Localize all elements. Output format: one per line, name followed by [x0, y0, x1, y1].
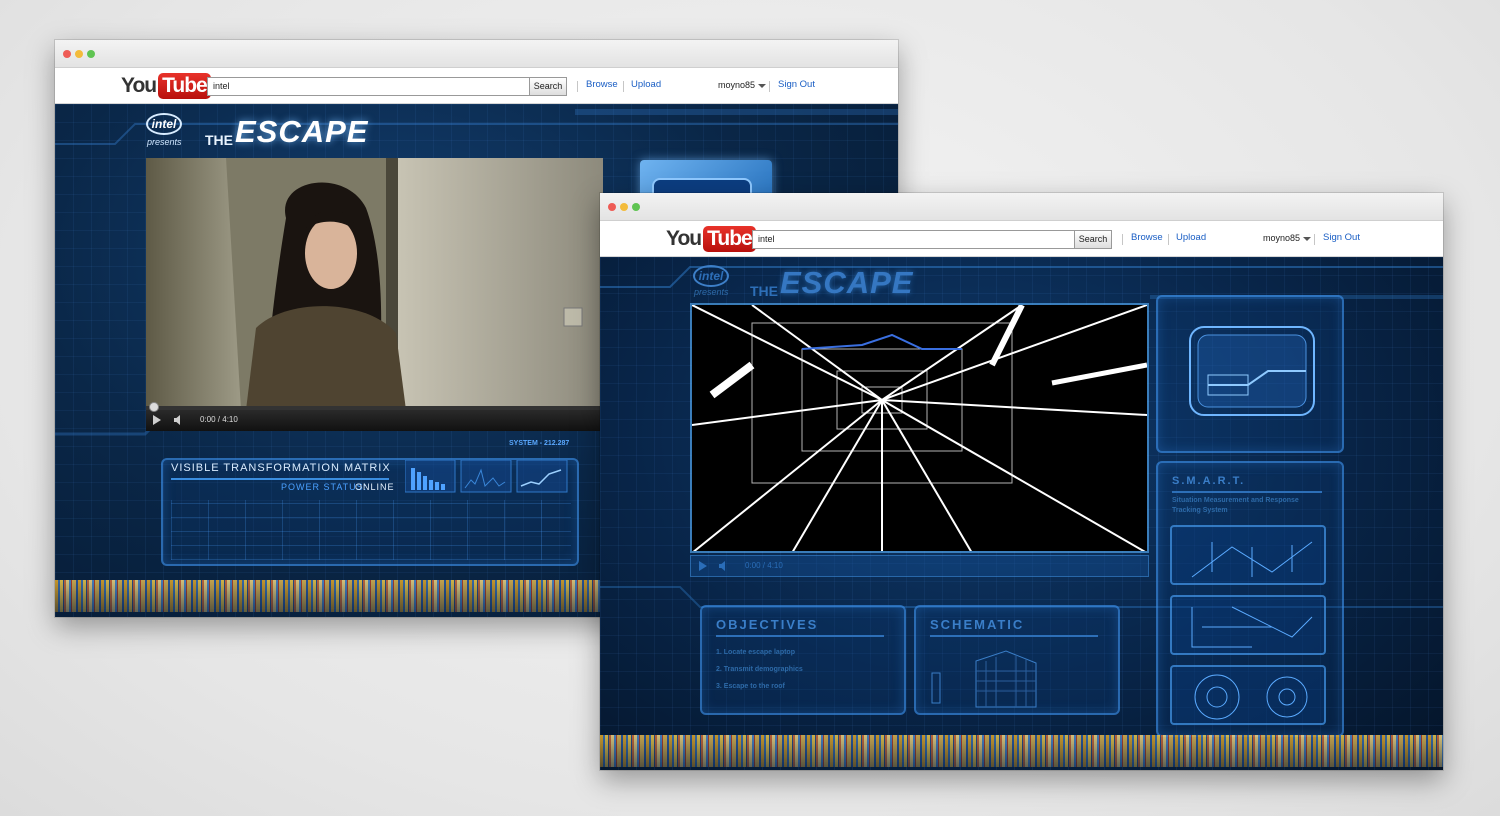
player-controls: 0:00 / 4:10 — [690, 555, 1149, 577]
time-display: 0:00 / 4:10 — [745, 561, 783, 570]
video-player[interactable] — [690, 303, 1149, 553]
divider — [623, 81, 624, 92]
search-input[interactable]: intel — [207, 77, 530, 96]
laptop-panel — [1156, 295, 1344, 453]
panel-title: VISIBLE TRANSFORMATION MATRIX — [171, 462, 391, 474]
minimize-icon[interactable] — [620, 203, 628, 211]
play-icon[interactable] — [153, 415, 161, 425]
divider — [1168, 234, 1169, 245]
scrubber-handle[interactable] — [149, 402, 159, 412]
username[interactable]: moyno85 — [1263, 233, 1300, 243]
time-display: 0:00 / 4:10 — [200, 415, 238, 424]
title-escape: ESCAPE — [780, 265, 914, 300]
building-icon — [931, 650, 1037, 708]
title-bar — [600, 193, 1443, 221]
volume-icon[interactable] — [174, 415, 180, 425]
sign-out-link[interactable]: Sign Out — [778, 79, 815, 90]
volume-icon[interactable] — [719, 561, 725, 571]
video-frame-image — [692, 305, 1147, 551]
objective-item: 2. Transmit demographics — [716, 666, 803, 673]
title-the: THE — [750, 283, 778, 299]
divider — [769, 81, 770, 92]
schematic-thumb-2[interactable] — [1170, 595, 1326, 655]
youtube-header: You Tube intel Search Browse Upload moyn… — [55, 68, 898, 104]
laptop-icon — [1189, 326, 1315, 416]
power-status-value: ONLINE — [355, 482, 395, 492]
play-icon[interactable] — [699, 561, 707, 571]
divider — [1314, 234, 1315, 245]
logo-tube-text: Tube — [703, 226, 756, 252]
mini-charts — [405, 460, 568, 493]
browse-link[interactable]: Browse — [1131, 232, 1163, 243]
schematic-panel: SCHEMATIC — [914, 605, 1120, 715]
smart-title: S.M.A.R.T. — [1172, 475, 1246, 487]
upload-link[interactable]: Upload — [631, 79, 661, 90]
decorative-strip — [600, 735, 1443, 767]
objectives-title: OBJECTIVES — [716, 617, 819, 632]
schematic-title: SCHEMATIC — [930, 617, 1025, 632]
search-button[interactable]: Search — [1074, 230, 1112, 249]
presents-text: presents — [147, 137, 182, 147]
title-escape: ESCAPE — [235, 114, 369, 149]
transformation-matrix-panel: VISIBLE TRANSFORMATION MATRIX POWER STAT… — [161, 440, 579, 566]
chevron-down-icon[interactable] — [1303, 237, 1311, 241]
search-button[interactable]: Search — [529, 77, 567, 96]
youtube-logo[interactable]: You Tube — [121, 73, 211, 99]
smart-subtitle-2: Tracking System — [1172, 507, 1228, 514]
objective-item: 3. Escape to the roof — [716, 683, 785, 690]
player-controls: 0:00 / 4:10 — [146, 402, 603, 431]
objectives-panel: OBJECTIVES 1. Locate escape laptop 2. Tr… — [700, 605, 906, 715]
sign-out-link[interactable]: Sign Out — [1323, 232, 1360, 243]
video-player[interactable]: 0:00 / 4:10 — [146, 158, 603, 431]
logo-you-text: You — [121, 74, 157, 97]
browse-link[interactable]: Browse — [586, 79, 618, 90]
logo-tube-text: Tube — [158, 73, 211, 99]
system-label: SYSTEM - 212.287 — [509, 440, 570, 447]
channel-content: intel presents THE ESCAPE — [600, 257, 1443, 770]
presents-text: presents — [694, 287, 729, 297]
close-icon[interactable] — [608, 203, 616, 211]
title-bar — [55, 40, 898, 68]
close-icon[interactable] — [63, 50, 71, 58]
objective-item: 1. Locate escape laptop — [716, 649, 795, 656]
youtube-logo[interactable]: You Tube — [666, 226, 756, 252]
minimize-icon[interactable] — [75, 50, 83, 58]
schematic-thumb-3[interactable] — [1170, 665, 1326, 725]
divider — [577, 81, 578, 92]
intel-logo: intel — [693, 265, 729, 287]
upload-link[interactable]: Upload — [1176, 232, 1206, 243]
smart-panel: S.M.A.R.T. Situation Measurement and Res… — [1156, 461, 1344, 737]
search-input[interactable]: intel — [752, 230, 1075, 249]
maximize-icon[interactable] — [87, 50, 95, 58]
username[interactable]: moyno85 — [718, 80, 755, 90]
video-frame-image — [146, 158, 603, 410]
divider — [1122, 234, 1123, 245]
data-grid — [171, 500, 571, 560]
title-the: THE — [205, 132, 233, 148]
smart-subtitle-1: Situation Measurement and Response — [1172, 497, 1299, 504]
logo-you-text: You — [666, 227, 702, 250]
browser-window-front: You Tube intel Search Browse Upload moyn… — [600, 193, 1443, 770]
chevron-down-icon[interactable] — [758, 84, 766, 88]
intel-logo: intel — [146, 113, 182, 135]
progress-bar[interactable] — [146, 406, 603, 410]
youtube-header: You Tube intel Search Browse Upload moyn… — [600, 221, 1443, 257]
maximize-icon[interactable] — [632, 203, 640, 211]
schematic-thumb-1[interactable] — [1170, 525, 1326, 585]
